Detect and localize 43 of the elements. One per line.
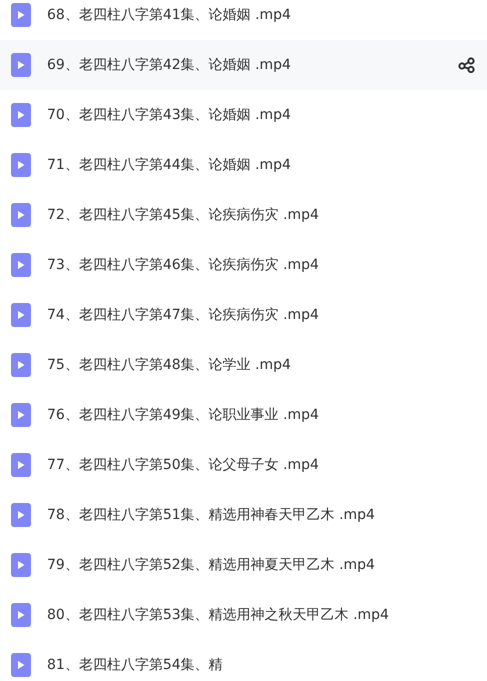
file-row[interactable]: 80、老四柱八字第53集、精选用神之秋天甲乙木 .mp4 <box>0 590 487 640</box>
file-row[interactable]: 77、老四柱八字第50集、论父母子女 .mp4 <box>0 440 487 490</box>
video-file-icon <box>11 253 31 277</box>
file-row[interactable]: 74、老四柱八字第47集、论疾病伤灾 .mp4 <box>0 290 487 340</box>
video-file-icon <box>11 203 31 227</box>
file-name: 80、老四柱八字第53集、精选用神之秋天甲乙木 .mp4 <box>47 606 389 624</box>
file-name: 71、老四柱八字第44集、论婚姻 .mp4 <box>47 156 291 174</box>
file-row[interactable]: 69、老四柱八字第42集、论婚姻 .mp4 <box>0 40 487 90</box>
video-file-icon <box>11 353 31 377</box>
file-name: 73、老四柱八字第46集、论疾病伤灾 .mp4 <box>47 256 319 274</box>
file-name: 74、老四柱八字第47集、论疾病伤灾 .mp4 <box>47 306 319 324</box>
video-file-icon <box>11 53 31 77</box>
file-name: 77、老四柱八字第50集、论父母子女 .mp4 <box>47 456 319 474</box>
file-row[interactable]: 71、老四柱八字第44集、论婚姻 .mp4 <box>0 140 487 190</box>
file-name: 75、老四柱八字第48集、论学业 .mp4 <box>47 356 291 374</box>
video-file-icon <box>11 553 31 577</box>
file-row[interactable]: 76、老四柱八字第49集、论职业事业 .mp4 <box>0 390 487 440</box>
file-row[interactable]: 81、老四柱八字第54集、精 <box>0 640 487 681</box>
file-name: 69、老四柱八字第42集、论婚姻 .mp4 <box>47 56 291 74</box>
video-file-icon <box>11 653 31 677</box>
video-file-icon <box>11 103 31 127</box>
file-name: 76、老四柱八字第49集、论职业事业 .mp4 <box>47 406 319 424</box>
file-row[interactable]: 79、老四柱八字第52集、精选用神夏天甲乙木 .mp4 <box>0 540 487 590</box>
file-name: 79、老四柱八字第52集、精选用神夏天甲乙木 .mp4 <box>47 556 375 574</box>
video-file-icon <box>11 153 31 177</box>
video-file-icon <box>11 503 31 527</box>
video-file-icon <box>11 453 31 477</box>
file-row[interactable]: 75、老四柱八字第48集、论学业 .mp4 <box>0 340 487 390</box>
file-row[interactable]: 70、老四柱八字第43集、论婚姻 .mp4 <box>0 90 487 140</box>
video-file-icon <box>11 603 31 627</box>
file-name: 70、老四柱八字第43集、论婚姻 .mp4 <box>47 106 291 124</box>
file-name: 81、老四柱八字第54集、精 <box>47 656 223 674</box>
share-icon[interactable] <box>458 57 476 73</box>
video-file-icon <box>11 403 31 427</box>
video-file-icon <box>11 3 31 27</box>
file-row[interactable]: 68、老四柱八字第41集、论婚姻 .mp4 <box>0 0 487 40</box>
file-name: 78、老四柱八字第51集、精选用神春天甲乙木 .mp4 <box>47 506 375 524</box>
file-row[interactable]: 73、老四柱八字第46集、论疾病伤灾 .mp4 <box>0 240 487 290</box>
file-row[interactable]: 72、老四柱八字第45集、论疾病伤灾 .mp4 <box>0 190 487 240</box>
video-file-icon <box>11 303 31 327</box>
file-row[interactable]: 78、老四柱八字第51集、精选用神春天甲乙木 .mp4 <box>0 490 487 540</box>
file-name: 68、老四柱八字第41集、论婚姻 .mp4 <box>47 6 291 24</box>
file-name: 72、老四柱八字第45集、论疾病伤灾 .mp4 <box>47 206 319 224</box>
